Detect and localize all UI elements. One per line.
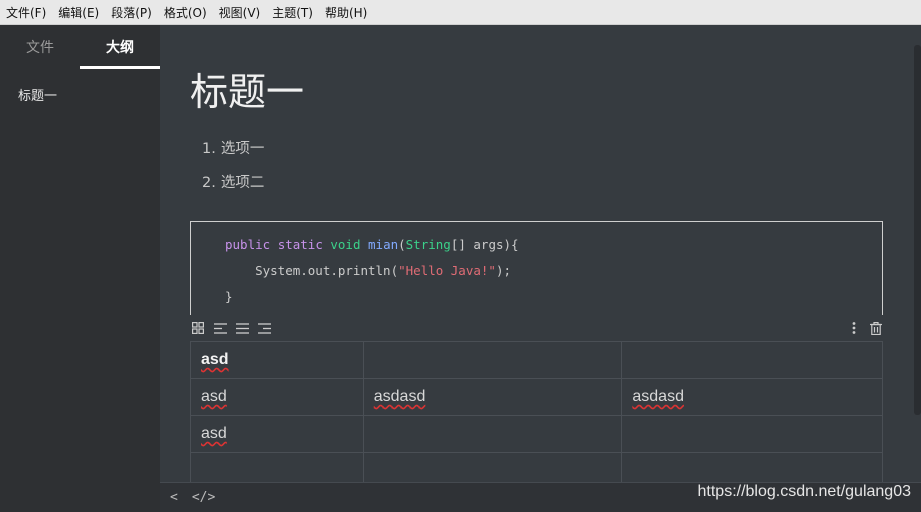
cell-text: asdasd: [373, 388, 426, 405]
menu-paragraph[interactable]: 段落(P): [111, 4, 152, 21]
table-cell[interactable]: [362, 341, 623, 379]
table-row: asd asdasd asdasd: [190, 378, 883, 416]
table-cell[interactable]: asdasd: [362, 378, 623, 416]
code-line: }: [225, 284, 882, 310]
code-punct: (: [398, 237, 406, 252]
table-cell[interactable]: asd: [190, 378, 364, 416]
outline-item-heading-1[interactable]: 标题一: [0, 69, 160, 104]
watermark: https://blog.csdn.net/gulang03: [697, 483, 912, 500]
sidebar: 文件 大纲 标题一: [0, 25, 160, 512]
table-row: asd: [190, 415, 883, 453]
menu-format[interactable]: 格式(O): [164, 4, 207, 21]
table-cell[interactable]: [362, 452, 623, 482]
code-keyword-type: void: [330, 237, 361, 252]
code-args: [] args){: [450, 237, 519, 252]
table-row: [190, 452, 883, 482]
code-text: }: [225, 289, 233, 304]
align-center-icon[interactable]: [234, 321, 250, 335]
tab-outline[interactable]: 大纲: [80, 25, 160, 69]
code-function-name: mian: [368, 237, 399, 252]
code-string: "Hello Java!": [398, 263, 496, 278]
list-item-text: 选项一: [220, 141, 265, 157]
delete-table-icon[interactable]: [868, 321, 884, 335]
table-grid-icon[interactable]: [190, 321, 206, 335]
editor-area[interactable]: 标题一 1. 选项一 2. 选项二 public static void mian(…: [160, 25, 921, 482]
code-text: );: [495, 263, 511, 278]
list-item-text: 选项二: [220, 175, 265, 191]
cell-text: asd: [201, 388, 227, 405]
ordered-list: 1. 选项一 2. 选项二: [202, 135, 264, 203]
menu-view[interactable]: 视图(V): [219, 4, 261, 21]
toggle-sidebar-button[interactable]: <: [170, 490, 178, 505]
list-item[interactable]: 1. 选项一: [202, 135, 264, 169]
menu-file[interactable]: 文件(F): [6, 4, 46, 21]
table-toolbar-right: [846, 321, 890, 335]
tab-files[interactable]: 文件: [0, 25, 80, 69]
table-cell[interactable]: [621, 452, 883, 482]
list-item[interactable]: 2. 选项二: [202, 169, 264, 203]
table-cell[interactable]: [621, 415, 883, 453]
cell-text: asd: [201, 425, 227, 442]
code-text: System.out.println(: [225, 263, 399, 278]
menu-edit[interactable]: 编辑(E): [58, 4, 99, 21]
menu-help[interactable]: 帮助(H): [325, 4, 367, 21]
align-right-icon[interactable]: [256, 321, 272, 335]
menu-theme[interactable]: 主题(T): [272, 4, 313, 21]
code-keyword: static: [277, 237, 323, 252]
markdown-table: asd asd asdasd asdasd asd: [190, 341, 883, 482]
sidebar-tabs: 文件 大纲: [0, 25, 160, 69]
editor-scrollbar[interactable]: [914, 45, 921, 415]
table-header-row: asd: [190, 341, 883, 379]
list-item-number: 2.: [202, 175, 216, 191]
table-cell[interactable]: asd: [190, 341, 364, 379]
code-line: public static void mian(String[] args){: [225, 232, 882, 258]
code-keyword: public: [225, 237, 271, 252]
cell-text: asd: [201, 351, 229, 368]
table-toolbar: [190, 317, 890, 339]
list-item-number: 1.: [202, 141, 216, 157]
align-left-icon[interactable]: [212, 321, 228, 335]
table-cell[interactable]: [190, 452, 364, 482]
table-cell[interactable]: asd: [190, 415, 364, 453]
code-line: System.out.println("Hello Java!");: [225, 258, 882, 284]
menu-bar: 文件(F) 编辑(E) 段落(P) 格式(O) 视图(V) 主题(T) 帮助(H…: [0, 0, 921, 25]
document-heading[interactable]: 标题一: [190, 61, 304, 116]
table-cell[interactable]: [621, 341, 883, 379]
source-mode-button[interactable]: </>: [192, 490, 215, 505]
more-options-icon[interactable]: [846, 321, 862, 335]
cell-text: asdasd: [632, 388, 684, 405]
code-block[interactable]: public static void mian(String[] args){ …: [190, 221, 883, 315]
table-cell[interactable]: [362, 415, 623, 453]
code-type: String: [405, 237, 451, 252]
table-cell[interactable]: asdasd: [621, 378, 883, 416]
